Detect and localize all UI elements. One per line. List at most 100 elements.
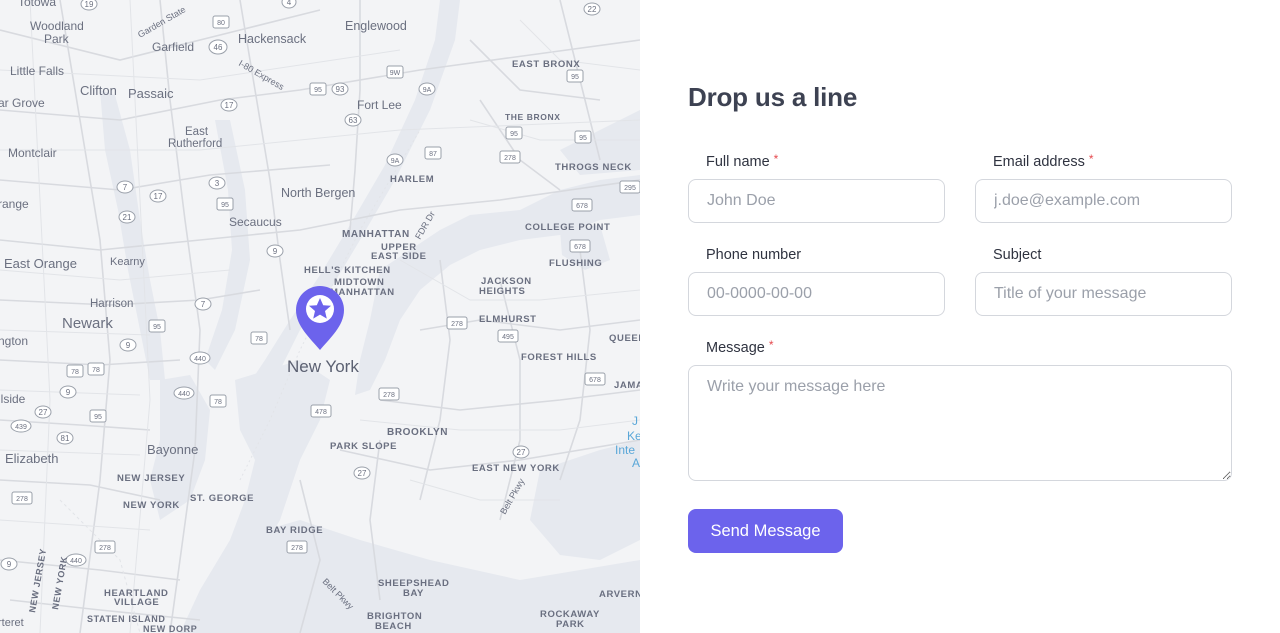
map-label: Harrison <box>90 298 133 310</box>
map-label: HEIGHTS <box>479 286 525 297</box>
shield-label: 9 <box>273 247 278 256</box>
shield-label: 95 <box>221 202 229 209</box>
shield-label: 440 <box>194 356 206 363</box>
subject-label: Subject <box>975 245 1232 265</box>
map-label: THROGS NECK <box>555 162 632 173</box>
shield-label: 95 <box>314 87 322 94</box>
shield-label: 46 <box>214 43 223 52</box>
map-label: Bayonne <box>147 442 198 457</box>
map-label: Park <box>44 32 70 46</box>
city-map[interactable]: 19 4 22 80 46 95 95 9W 93 9A 95 95 17 63… <box>0 0 640 633</box>
map-label: ar Grove <box>0 96 45 110</box>
shield-label: 278 <box>451 321 463 328</box>
map-label: PARK SLOPE <box>330 441 397 452</box>
shield-label: 7 <box>123 183 128 192</box>
full-name-label: Full name * <box>688 152 945 172</box>
full-name-label-text: Full name <box>706 154 770 170</box>
map-label: ELMHURST <box>479 314 537 325</box>
map-label-new-york: New York <box>287 357 359 376</box>
map-label: NEW DORP <box>143 624 197 633</box>
map-label: BEACH <box>375 621 412 632</box>
shield-label: 87 <box>429 151 437 158</box>
email-input[interactable] <box>975 179 1232 223</box>
map-panel[interactable]: 19 4 22 80 46 95 95 9W 93 9A 95 95 17 63… <box>0 0 640 633</box>
subject-input[interactable] <box>975 272 1232 316</box>
shield-label: 678 <box>574 244 586 251</box>
message-label: Message * <box>688 338 1232 358</box>
shield-label: 278 <box>383 392 395 399</box>
map-label: Garfield <box>152 40 194 54</box>
map-label: MANHATTAN <box>342 229 410 240</box>
shield-label: 93 <box>336 85 345 94</box>
message-textarea[interactable] <box>688 365 1232 481</box>
map-label: THE BRONX <box>505 112 560 122</box>
message-label-text: Message <box>706 340 765 356</box>
map-label: Hackensack <box>238 32 307 46</box>
map-label: ARVERN <box>599 589 640 600</box>
shield-label: 95 <box>510 131 518 138</box>
map-label: Little Falls <box>10 64 64 78</box>
full-name-input[interactable] <box>688 179 945 223</box>
shield-label: 17 <box>225 101 234 110</box>
map-label: EAST SIDE <box>371 251 427 262</box>
required-mark: * <box>768 338 774 352</box>
map-label: ST. GEORGE <box>190 493 254 504</box>
map-label: Englewood <box>345 19 407 33</box>
shield-label: 295 <box>624 185 636 192</box>
map-label: QUEEN <box>609 333 640 344</box>
map-label: East <box>185 126 209 138</box>
shield-label: 3 <box>215 179 220 188</box>
map-label: range <box>0 197 29 211</box>
subject-label-text: Subject <box>993 247 1042 263</box>
map-label: Fort Lee <box>357 98 402 112</box>
shield-label: 17 <box>154 192 163 201</box>
shield-label: 440 <box>178 391 190 398</box>
map-label: Inte <box>615 443 635 457</box>
shield-label: 9 <box>7 560 12 569</box>
map-label: Kearny <box>110 256 145 268</box>
phone-input[interactable] <box>688 272 945 316</box>
map-label: A <box>632 456 640 470</box>
shield-label: 95 <box>571 74 579 81</box>
map-label: EAST BRONX <box>512 59 580 70</box>
message-field: Message * <box>688 338 1232 483</box>
shield-label: 27 <box>39 408 48 417</box>
shield-label: 278 <box>504 155 516 162</box>
map-label: Clifton <box>80 83 117 98</box>
map-label: HARLEM <box>390 174 434 185</box>
shield-label: 95 <box>153 324 161 331</box>
required-mark: * <box>1088 152 1094 166</box>
map-label: HELL'S KITCHEN <box>304 265 391 276</box>
subject-field: Subject <box>975 245 1232 317</box>
map-label: VILLAGE <box>114 597 159 608</box>
send-message-button[interactable]: Send Message <box>688 509 843 553</box>
shield-label: 80 <box>217 20 225 27</box>
map-label: FOREST HILLS <box>521 352 597 363</box>
map-label: BAY RIDGE <box>266 525 323 536</box>
form-title: Drop us a line <box>688 82 858 112</box>
map-label: PARK <box>556 619 585 630</box>
phone-field: Phone number <box>688 245 945 317</box>
shield-label: 27 <box>358 469 367 478</box>
contact-page: 19 4 22 80 46 95 95 9W 93 9A 95 95 17 63… <box>0 0 1280 633</box>
map-label: NEW YORK <box>123 500 180 511</box>
map-label: STATEN ISLAND <box>87 614 165 624</box>
map-label: JAMA <box>614 380 640 391</box>
map-label: llside <box>0 392 26 406</box>
map-label: FLUSHING <box>549 258 602 269</box>
shield-label: 95 <box>94 414 102 421</box>
shield-label: 9 <box>66 388 71 397</box>
map-label: Newark <box>62 315 113 332</box>
map-label: Secaucus <box>229 215 282 229</box>
map-label: BAY <box>403 588 424 599</box>
shield-label: 439 <box>15 424 27 431</box>
shield-label: 278 <box>99 545 111 552</box>
shield-label: 21 <box>123 213 132 222</box>
shield-label: 4 <box>287 0 292 7</box>
map-label: Woodland <box>30 19 84 33</box>
shield-label: 278 <box>16 496 28 503</box>
map-label: Totowa <box>18 0 56 9</box>
shield-label: 9A <box>423 87 432 94</box>
shield-label: 81 <box>61 434 70 443</box>
map-label: East Orange <box>4 256 77 271</box>
